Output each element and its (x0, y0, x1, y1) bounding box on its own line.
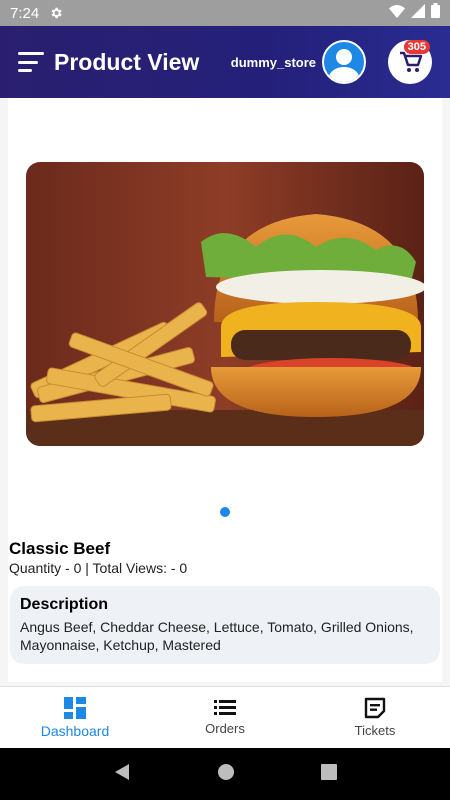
app-bar: Product View dummy_store 305 (0, 26, 450, 98)
cart-button[interactable]: 305 (388, 40, 432, 84)
description-title: Description (20, 596, 109, 613)
wifi-icon (389, 4, 405, 23)
bottom-nav: Dashboard Orders Tickets (0, 686, 450, 748)
store-name: dummy_store (230, 54, 316, 70)
dashboard-icon (64, 696, 86, 719)
description-text: Angus Beef, Cheddar Cheese, Lettuce, Tom… (20, 619, 414, 653)
menu-icon[interactable] (18, 52, 44, 72)
status-bar: 7:24 (0, 0, 450, 26)
recents-icon[interactable] (321, 763, 337, 785)
status-time: 7:24 (10, 4, 40, 22)
back-icon[interactable] (113, 763, 131, 786)
nav-dashboard[interactable]: Dashboard (0, 687, 150, 748)
nav-tickets[interactable]: Tickets (300, 687, 450, 748)
nav-label-orders: Orders (205, 721, 245, 736)
product-content: Classic Beef Quantity - 0 | Total Views:… (8, 98, 442, 682)
user-icon (328, 49, 360, 82)
avatar[interactable] (322, 40, 366, 84)
description-card: Description Angus Beef, Cheddar Cheese, … (10, 586, 440, 664)
product-image[interactable] (26, 162, 424, 446)
list-icon (214, 700, 236, 715)
carousel-indicator[interactable] (220, 507, 230, 517)
battery-icon (431, 3, 440, 23)
nav-label-dashboard: Dashboard (40, 722, 110, 739)
ticket-icon (364, 697, 386, 719)
product-name: Classic Beef (9, 539, 111, 558)
product-stats: Quantity - 0 | Total Views: - 0 (9, 560, 188, 576)
cart-badge: 305 (403, 40, 430, 54)
settings-gear-icon (49, 6, 63, 20)
nav-orders[interactable]: Orders (150, 687, 300, 748)
nav-label-tickets: Tickets (354, 723, 396, 738)
system-nav-bar (0, 748, 450, 800)
home-icon[interactable] (217, 763, 235, 786)
signal-icon (411, 3, 425, 23)
page-title: Product View (54, 48, 200, 75)
